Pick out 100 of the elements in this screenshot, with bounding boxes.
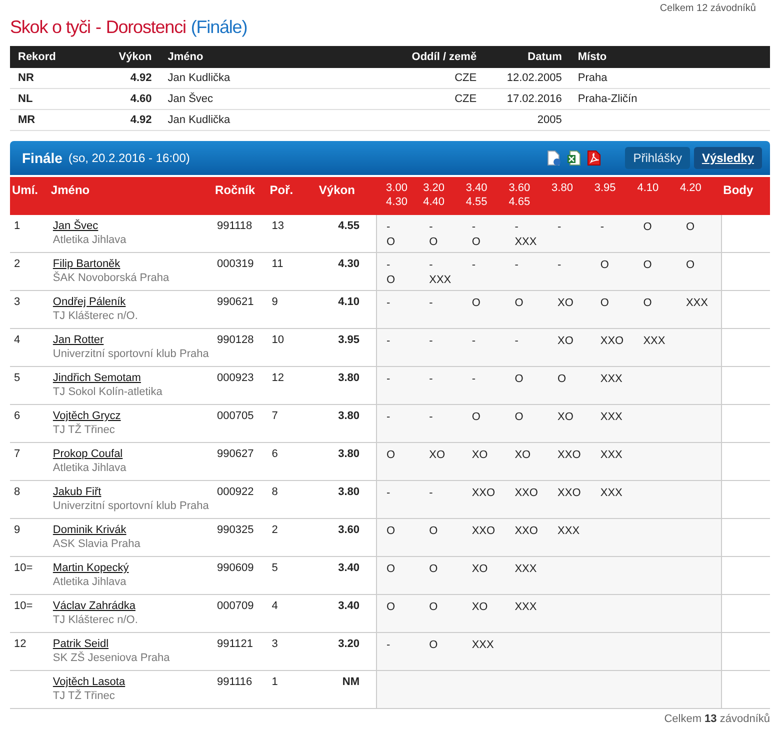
table-cell: Jan Švec	[160, 88, 238, 110]
attempt-mark: O	[386, 235, 396, 250]
tab[interactable]: Přihlášky	[625, 147, 690, 169]
attempt-mark: O	[514, 372, 524, 387]
height-label: 3.80	[552, 181, 574, 195]
panel-subtitle: (so, 20.2.2016 - 16:00)	[68, 151, 190, 165]
attempt-mark: O	[429, 524, 439, 539]
attempt-mark: XXX	[600, 448, 624, 463]
page-title: Skok o tyči	[10, 17, 90, 38]
place-cell: 8	[14, 486, 20, 498]
athlete-link[interactable]: Jakub Fiřt	[52, 486, 102, 498]
table-cell: 4.92	[75, 68, 160, 88]
table-cell: NL	[10, 88, 76, 110]
attempt-mark: O	[472, 296, 482, 311]
height-label: 4.30	[386, 195, 408, 209]
category-title: Dorostenci	[106, 17, 186, 38]
attempt-mark: XXO	[514, 486, 539, 501]
result-cell: 3.40	[338, 562, 360, 574]
result-cell: 3.60	[338, 524, 360, 536]
athlete-link[interactable]: Vojtěch Lasota	[52, 676, 126, 688]
attempt-mark: -	[514, 220, 520, 235]
attempt-mark: O	[386, 600, 396, 615]
athlete-link[interactable]: Patrik Seidl	[52, 638, 109, 650]
athlete-link[interactable]: Dominik Krivák	[52, 524, 126, 536]
order-cell: 1	[272, 676, 278, 688]
attempt-mark: -	[472, 258, 477, 273]
attempt-mark: O	[386, 562, 396, 577]
attempt-mark: -	[386, 372, 392, 387]
athlete-link[interactable]: Martin Kopecký	[52, 562, 129, 574]
attempt-mark: -	[386, 638, 392, 653]
column-header: Poř.	[270, 183, 294, 197]
table-cell: 4.92	[75, 110, 160, 130]
attempt-mark: -	[429, 372, 434, 387]
column-header: Rekord	[10, 46, 76, 68]
result-cell: 3.20	[338, 638, 360, 650]
athlete-link[interactable]: Jan Švec	[52, 220, 98, 232]
attempt-mark: -	[386, 334, 392, 349]
height-label: 4.65	[508, 195, 532, 209]
attempt-mark: O	[472, 410, 482, 425]
result-cell: 3.80	[338, 486, 360, 498]
attempt-mark: -	[472, 372, 477, 387]
order-cell: 7	[272, 410, 278, 422]
place-cell: 5	[14, 372, 20, 384]
attempt-mark: XXX	[686, 296, 709, 311]
birth-cell: 991121	[217, 638, 253, 650]
attempt-mark: O	[514, 296, 524, 311]
pdf-icon[interactable]	[587, 150, 602, 166]
column-header: Jméno	[50, 183, 90, 197]
attempt-mark: O	[429, 638, 439, 653]
place-cell: 10=	[14, 600, 33, 612]
athlete-link[interactable]: Jindřich Semotam	[52, 372, 141, 384]
result-cell: NM	[342, 676, 360, 688]
attempt-mark: O	[600, 296, 610, 311]
athlete-link[interactable]: Václav Zahrádka	[52, 600, 136, 612]
table-cell: 2005	[484, 110, 570, 130]
attempt-mark: O	[600, 258, 610, 273]
attempt-mark: -	[429, 258, 434, 273]
document-info-icon[interactable]	[547, 150, 562, 166]
attempt-mark: XXX	[600, 486, 624, 501]
attempt-mark: -	[429, 220, 434, 235]
athlete-link[interactable]: Ondřej Páleník	[52, 296, 126, 308]
spreadsheet-icon[interactable]	[567, 150, 582, 166]
attempt-mark: XO	[558, 334, 574, 349]
club-name: TJ TŽ Třinec	[52, 424, 116, 436]
athlete-link[interactable]: Jan Rotter	[52, 334, 104, 346]
table-cell: NR	[10, 68, 76, 88]
birth-cell: 000709	[217, 600, 254, 612]
table-cell: CZE	[454, 93, 477, 105]
attempt-mark: -	[386, 296, 392, 311]
attempt-mark: -	[386, 220, 392, 235]
place-cell: 9	[14, 524, 20, 536]
attempt-mark: XO	[514, 448, 532, 463]
title-separator: -	[95, 17, 101, 38]
attempt-mark: O	[386, 448, 396, 463]
order-cell: 8	[272, 486, 278, 498]
order-cell: 3	[272, 638, 278, 650]
attempt-mark: O	[386, 524, 396, 539]
height-label: 3.95	[594, 181, 617, 195]
birth-cell: 000705	[217, 410, 254, 422]
attempt-mark: XXO	[600, 334, 625, 349]
attempt-mark: XXX	[514, 600, 538, 615]
place-cell: 10=	[14, 562, 33, 574]
order-cell: 2	[272, 524, 278, 536]
athlete-link[interactable]: Filip Bartoněk	[52, 258, 120, 270]
column-header: Umí.	[12, 183, 38, 197]
tab[interactable]: Výsledky	[694, 147, 762, 169]
attempt-mark: XXX	[514, 235, 538, 250]
attempt-mark: XXX	[558, 524, 581, 539]
column-header: Místo	[570, 46, 770, 68]
order-cell: 6	[272, 448, 278, 460]
athlete-link[interactable]: Prokop Coufal	[52, 448, 123, 460]
club-name: ASK Slavia Praha	[52, 538, 142, 550]
attempt-mark: XXO	[514, 524, 539, 539]
birth-cell: 000319	[217, 258, 254, 270]
attempt-mark: O	[643, 296, 653, 311]
club-name: TJ TŽ Třinec	[52, 690, 116, 702]
height-label: 4.55	[466, 195, 488, 209]
attempt-mark: XXO	[472, 524, 496, 539]
athlete-link[interactable]: Vojtěch Grycz	[52, 410, 121, 422]
table-cell: 17.02.2016	[484, 88, 570, 110]
